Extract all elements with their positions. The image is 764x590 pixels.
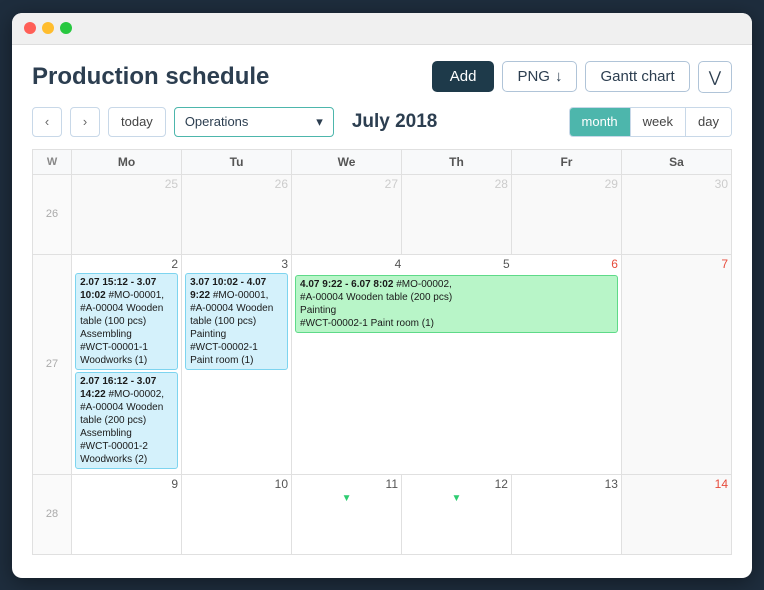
day-number: 9 (75, 477, 178, 491)
table-row: 26 25 26 27 28 29 30 (33, 174, 732, 254)
calendar-table: W Mo Tu We Th Fr Sa 26 25 26 27 28 29 (32, 149, 732, 555)
png-label: PNG (517, 68, 550, 85)
tab-day[interactable]: day (685, 108, 731, 136)
next-button[interactable]: › (70, 107, 100, 137)
chevron-down-icon: ⋁ (709, 69, 721, 86)
toolbar-row: ‹ › today Operations ▾ July 2018 month w… (32, 107, 732, 137)
event-text: 4.07 9:22 - 6.07 8:02 #MO-00002,#A-00004… (300, 279, 452, 329)
col-header-fr: Fr (511, 149, 621, 174)
day-number: 12 (405, 477, 508, 491)
select-chevron-icon: ▾ (316, 114, 323, 130)
event-text: 2.07 16:12 - 3.07 14:22 #MO-00002,#A-000… (80, 376, 164, 465)
day-number: 4 (295, 257, 401, 271)
day-number: 2 (75, 257, 178, 271)
day-number: 10 (185, 477, 288, 491)
calendar-cell: 29 (511, 174, 621, 254)
today-button[interactable]: today (108, 107, 166, 137)
week-number: 28 (33, 474, 72, 554)
table-row: 28 9 10 11 ▼ 12 ▼ (33, 474, 732, 554)
calendar-cell: 27 (292, 174, 402, 254)
event-text: 2.07 15:12 - 3.07 10:02 #MO-00001,#A-000… (80, 277, 164, 366)
prev-button[interactable]: ‹ (32, 107, 62, 137)
calendar-cell: 2 2.07 15:12 - 3.07 10:02 #MO-00001,#A-0… (72, 254, 182, 474)
day-number: 5 (403, 257, 509, 271)
gantt-button[interactable]: Gantt chart (585, 61, 689, 92)
close-button[interactable] (24, 22, 36, 34)
calendar-header-row: W Mo Tu We Th Fr Sa (33, 149, 732, 174)
list-item[interactable]: 2.07 16:12 - 3.07 14:22 #MO-00002,#A-000… (75, 372, 178, 469)
operations-label: Operations (185, 114, 249, 129)
calendar-cell: 14 (621, 474, 731, 554)
tab-month[interactable]: month (570, 108, 630, 136)
calendar-cell: 28 (402, 174, 512, 254)
calendar-cell: 9 (72, 474, 182, 554)
header-row: Production schedule Add PNG ↓ Gantt char… (32, 61, 732, 93)
traffic-lights (24, 22, 72, 34)
day-number: 6 (512, 257, 618, 271)
week-number: 26 (33, 174, 72, 254)
maximize-button[interactable] (60, 22, 72, 34)
titlebar (12, 13, 752, 45)
day-number: 13 (515, 477, 618, 491)
day-number: 14 (625, 477, 728, 491)
event-indicator: ▼ (405, 493, 508, 504)
table-row: 27 2 2.07 15:12 - 3.07 10:02 #MO-00001,#… (33, 254, 732, 474)
header-buttons: Add PNG ↓ Gantt chart ⋁ (432, 61, 732, 93)
day-number: 7 (625, 257, 728, 271)
col-header-mo: Mo (72, 149, 182, 174)
calendar-cell: 13 (511, 474, 621, 554)
minimize-button[interactable] (42, 22, 54, 34)
calendar-cell: 26 (182, 174, 292, 254)
view-tabs: month week day (569, 107, 732, 137)
day-number: 3 (185, 257, 288, 271)
page-title: Production schedule (32, 63, 269, 91)
current-month-label: July 2018 (352, 111, 561, 133)
calendar-cell: 3 3.07 10:02 - 4.07 9:22 #MO-00001,#A-00… (182, 254, 292, 474)
week-number: 27 (33, 254, 72, 474)
col-header-week: W (33, 149, 72, 174)
day-number: 27 (295, 177, 398, 191)
list-item[interactable]: 3.07 10:02 - 4.07 9:22 #MO-00001,#A-0000… (185, 273, 288, 370)
png-down-icon: ↓ (555, 68, 563, 85)
calendar-cell: 12 ▼ (402, 474, 512, 554)
list-item[interactable]: 4.07 9:22 - 6.07 8:02 #MO-00002,#A-00004… (295, 275, 618, 333)
day-number: 26 (185, 177, 288, 191)
calendar-cell: 30 (621, 174, 731, 254)
event-indicator: ▼ (295, 493, 398, 504)
col-header-tu: Tu (182, 149, 292, 174)
day-number: 28 (405, 177, 508, 191)
calendar-cell: 7 (621, 254, 731, 474)
tab-week[interactable]: week (630, 108, 685, 136)
list-item[interactable]: 2.07 15:12 - 3.07 10:02 #MO-00001,#A-000… (75, 273, 178, 370)
calendar-cell: 10 (182, 474, 292, 554)
day-number: 11 (295, 477, 398, 491)
operations-select[interactable]: Operations ▾ (174, 107, 334, 137)
day-number: 25 (75, 177, 178, 191)
col-header-we: We (292, 149, 402, 174)
calendar-cell: 11 ▼ (292, 474, 402, 554)
col-header-sa: Sa (621, 149, 731, 174)
calendar-cell: 25 (72, 174, 182, 254)
calendar-cell: 4 5 6 4.07 9:22 - 6.07 8:02 #MO-00002,#A… (292, 254, 622, 474)
day-number: 29 (515, 177, 618, 191)
page-content: Production schedule Add PNG ↓ Gantt char… (12, 45, 752, 567)
png-button[interactable]: PNG ↓ (502, 61, 577, 92)
main-window: Production schedule Add PNG ↓ Gantt char… (12, 13, 752, 578)
more-button[interactable]: ⋁ (698, 61, 732, 93)
event-text: 3.07 10:02 - 4.07 9:22 #MO-00001,#A-0000… (190, 277, 273, 366)
col-header-th: Th (402, 149, 512, 174)
add-button[interactable]: Add (432, 61, 495, 92)
day-number: 30 (625, 177, 728, 191)
